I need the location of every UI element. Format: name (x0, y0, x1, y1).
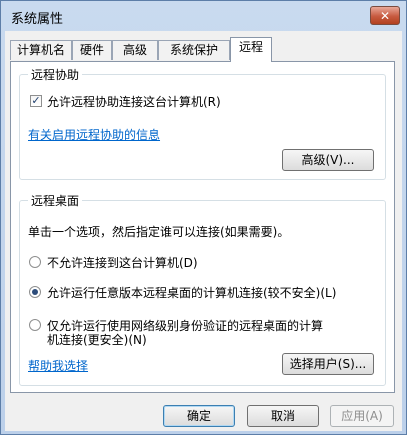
tab-hardware[interactable]: 硬件 (72, 40, 112, 60)
advanced-button[interactable]: 高级(V)... (282, 149, 374, 171)
remote-assistance-info-link[interactable]: 有关启用远程协助的信息 (28, 126, 160, 143)
remote-desktop-instruction: 单击一个选项，然后指定谁可以连接(如果需要)。 (28, 225, 290, 239)
remote-assistance-group-label: 远程协助 (28, 66, 83, 83)
radio-disallow-connections[interactable] (29, 256, 41, 268)
remote-desktop-group: 远程桌面 单击一个选项，然后指定谁可以连接(如果需要)。 不允许连接到这台计算机… (19, 192, 386, 386)
radio-disallow-connections-label[interactable]: 不允许连接到这台计算机(D) (47, 254, 198, 271)
help-me-choose-link[interactable]: 帮助我选择 (28, 357, 88, 374)
allow-remote-assistance-checkbox[interactable]: ✓ (30, 95, 42, 107)
remote-tab-panel: 远程协助 ✓ 允许远程协助连接这台计算机(R) 有关启用远程协助的信息 高级(V… (10, 61, 395, 393)
dialog-client-area: 计算机名 硬件 高级 系统保护 远程 远程协助 ✓ 允许远程协助连接这台计算机(… (5, 31, 402, 431)
cancel-button[interactable]: 取消 (247, 405, 319, 427)
checkmark-icon: ✓ (31, 94, 41, 107)
remote-desktop-group-label: 远程桌面 (28, 192, 83, 209)
allow-remote-assistance-label[interactable]: 允许远程协助连接这台计算机(R) (47, 93, 221, 110)
radio-allow-nla-only-label-line2[interactable]: 机连接(更安全)(N) (47, 331, 147, 348)
tab-computer-name[interactable]: 计算机名 (10, 40, 72, 60)
tab-system-protection[interactable]: 系统保护 (158, 40, 230, 60)
system-properties-window: 系统属性 ✕ 计算机名 硬件 高级 系统保护 远程 远程协助 ✓ 允许远程协助连… (0, 0, 407, 435)
remote-assistance-group: 远程协助 ✓ 允许远程协助连接这台计算机(R) 有关启用远程协助的信息 高级(V… (19, 66, 386, 180)
radio-allow-nla-only[interactable] (29, 319, 41, 331)
tab-remote[interactable]: 远程 (230, 37, 272, 62)
close-button[interactable]: ✕ (370, 6, 400, 25)
radio-allow-any-version-label[interactable]: 允许运行任意版本远程桌面的计算机连接(较不安全)(L) (47, 284, 336, 301)
select-users-button[interactable]: 选择用户(S)... (282, 353, 374, 375)
title-bar[interactable]: 系统属性 ✕ (1, 1, 406, 31)
apply-button[interactable]: 应用(A) (330, 405, 394, 427)
radio-allow-any-version[interactable] (29, 286, 41, 298)
tab-advanced[interactable]: 高级 (112, 40, 158, 60)
window-title: 系统属性 (11, 12, 64, 27)
radio-selected-dot-icon (32, 289, 38, 295)
ok-button[interactable]: 确定 (163, 405, 235, 427)
